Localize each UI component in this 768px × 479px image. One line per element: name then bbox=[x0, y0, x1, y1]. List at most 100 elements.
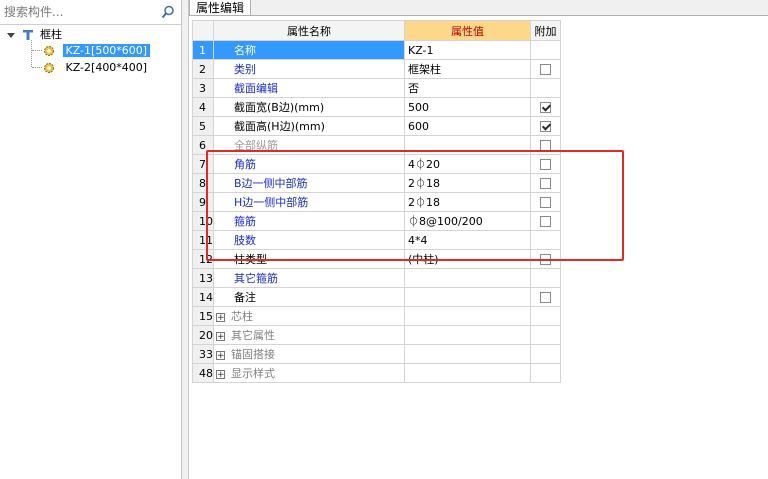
property-name[interactable]: 截面宽(B边)(mm) bbox=[213, 97, 405, 117]
expand-plus-icon[interactable]: + bbox=[216, 369, 225, 379]
property-name[interactable]: 备注 bbox=[213, 287, 405, 307]
group-row[interactable]: 48 + 显示样式 bbox=[192, 363, 561, 383]
extra-cell bbox=[530, 325, 561, 345]
property-name[interactable]: 其它箍筋 bbox=[213, 268, 405, 288]
property-value[interactable]: 否 bbox=[404, 78, 531, 98]
extra-cell bbox=[530, 173, 561, 193]
extra-cell bbox=[530, 268, 561, 288]
property-value[interactable]: ⏀8@100/200 bbox=[404, 211, 531, 231]
tree-item-kz1[interactable]: KZ-1[500*600] bbox=[43, 42, 151, 59]
group-row[interactable]: 15 + 芯柱 bbox=[192, 306, 561, 326]
extra-checkbox[interactable] bbox=[540, 178, 551, 189]
property-value[interactable]: (中柱) bbox=[404, 249, 531, 269]
extra-cell bbox=[530, 40, 561, 60]
table-row[interactable]: 2 类别 框架柱 bbox=[192, 59, 561, 79]
tree-item-kz2[interactable]: KZ-2[400*400] bbox=[43, 59, 150, 76]
extra-cell bbox=[530, 192, 561, 212]
row-number: 33 bbox=[192, 344, 214, 364]
extra-checkbox[interactable] bbox=[540, 292, 551, 303]
table-row[interactable]: 4 截面宽(B边)(mm) 500 bbox=[192, 97, 561, 117]
property-value[interactable]: 4⏀20 bbox=[404, 154, 531, 174]
property-name[interactable]: 截面高(H边)(mm) bbox=[213, 116, 405, 136]
table-row[interactable]: 1 名称 KZ-1 bbox=[192, 40, 561, 60]
tree-node-root[interactable]: 框柱 bbox=[7, 26, 62, 43]
table-row[interactable]: 10 箍筋 ⏀8@100/200 bbox=[192, 211, 561, 231]
property-value[interactable]: 2⏀18 bbox=[404, 173, 531, 193]
property-value[interactable]: 2⏀18 bbox=[404, 192, 531, 212]
panel-splitter[interactable] bbox=[182, 0, 189, 479]
table-row[interactable]: 8 B边一侧中部筋 2⏀18 bbox=[192, 173, 561, 193]
group-name-cell[interactable]: + 其它属性 bbox=[213, 325, 405, 345]
group-name-cell[interactable]: + 芯柱 bbox=[213, 306, 405, 326]
group-name-cell[interactable]: + 显示样式 bbox=[213, 363, 405, 383]
table-row[interactable]: 5 截面高(H边)(mm) 600 bbox=[192, 116, 561, 136]
search-input[interactable] bbox=[0, 0, 156, 24]
table-row[interactable]: 12 柱类型 (中柱) bbox=[192, 249, 561, 269]
group-name: 芯柱 bbox=[231, 310, 253, 323]
extra-checkbox[interactable] bbox=[540, 121, 551, 132]
property-name[interactable]: 全部纵筋 bbox=[213, 135, 405, 155]
property-name[interactable]: 截面编辑 bbox=[213, 78, 405, 98]
table-row[interactable]: 6 全部纵筋 bbox=[192, 135, 561, 155]
extra-checkbox[interactable] bbox=[540, 159, 551, 170]
table-row[interactable]: 14 备注 bbox=[192, 287, 561, 307]
header-row-number bbox=[192, 20, 214, 41]
property-name[interactable]: 柱类型 bbox=[213, 249, 405, 269]
extra-checkbox[interactable] bbox=[540, 64, 551, 75]
tree-item-label: KZ-2[400*400] bbox=[65, 61, 148, 74]
property-grid: 属性名称 属性值 附加 1 名称 KZ-1 2 类别 框架柱 3 截面编辑 否 … bbox=[192, 20, 561, 383]
extra-checkbox[interactable] bbox=[540, 140, 551, 151]
table-row[interactable]: 11 肢数 4*4 bbox=[192, 230, 561, 250]
row-number: 8 bbox=[192, 173, 214, 193]
group-value bbox=[404, 344, 531, 364]
property-value[interactable]: 600 bbox=[404, 116, 531, 136]
group-value bbox=[404, 363, 531, 383]
property-value[interactable]: 框架柱 bbox=[404, 59, 531, 79]
property-value[interactable] bbox=[404, 287, 531, 307]
group-row[interactable]: 33 + 锚固搭接 bbox=[192, 344, 561, 364]
extra-cell bbox=[530, 344, 561, 364]
table-row[interactable]: 13 其它箍筋 bbox=[192, 268, 561, 288]
property-name[interactable]: H边一侧中部筋 bbox=[213, 192, 405, 212]
property-value[interactable] bbox=[404, 135, 531, 155]
property-value[interactable]: KZ-1 bbox=[404, 40, 531, 60]
expand-plus-icon[interactable]: + bbox=[216, 331, 225, 341]
property-name[interactable]: 名称 bbox=[213, 40, 405, 60]
extra-checkbox[interactable] bbox=[540, 102, 551, 113]
property-name[interactable]: B边一侧中部筋 bbox=[213, 173, 405, 193]
search-icon bbox=[161, 5, 174, 19]
extra-checkbox[interactable] bbox=[540, 254, 551, 265]
property-name[interactable]: 肢数 bbox=[213, 230, 405, 250]
extra-checkbox[interactable] bbox=[540, 197, 551, 208]
search-button[interactable] bbox=[157, 1, 179, 23]
expand-arrow-icon[interactable] bbox=[7, 32, 15, 38]
property-name[interactable]: 类别 bbox=[213, 59, 405, 79]
group-row[interactable]: 20 + 其它属性 bbox=[192, 325, 561, 345]
table-row[interactable]: 7 角筋 4⏀20 bbox=[192, 154, 561, 174]
table-row[interactable]: 3 截面编辑 否 bbox=[192, 78, 561, 98]
extra-cell bbox=[530, 306, 561, 326]
row-number: 7 bbox=[192, 154, 214, 174]
extra-checkbox[interactable] bbox=[540, 216, 551, 227]
expand-plus-icon[interactable]: + bbox=[216, 350, 225, 360]
property-value[interactable] bbox=[404, 268, 531, 288]
property-name[interactable]: 箍筋 bbox=[213, 211, 405, 231]
property-value[interactable]: 4*4 bbox=[404, 230, 531, 250]
row-number: 2 bbox=[192, 59, 214, 79]
table-row[interactable]: 9 H边一侧中部筋 2⏀18 bbox=[192, 192, 561, 212]
property-editor-panel: 属性编辑 属性名称 属性值 附加 1 名称 KZ-1 2 类别 框架柱 3 截面… bbox=[189, 0, 768, 479]
tab-bar: 属性编辑 bbox=[189, 0, 768, 16]
expand-plus-icon[interactable]: + bbox=[216, 312, 225, 322]
property-value[interactable]: 500 bbox=[404, 97, 531, 117]
extra-cell bbox=[530, 78, 561, 98]
tab-property-edit[interactable]: 属性编辑 bbox=[189, 0, 252, 15]
group-name-cell[interactable]: + 锚固搭接 bbox=[213, 344, 405, 364]
header-property-name: 属性名称 bbox=[213, 20, 405, 41]
row-number: 48 bbox=[192, 363, 214, 383]
row-number: 12 bbox=[192, 249, 214, 269]
component-tree-panel: 框柱 KZ-1[500*600] KZ-2[400*400] bbox=[0, 0, 182, 479]
gear-icon bbox=[44, 63, 54, 73]
group-value bbox=[404, 306, 531, 326]
gear-icon bbox=[44, 46, 54, 56]
property-name[interactable]: 角筋 bbox=[213, 154, 405, 174]
